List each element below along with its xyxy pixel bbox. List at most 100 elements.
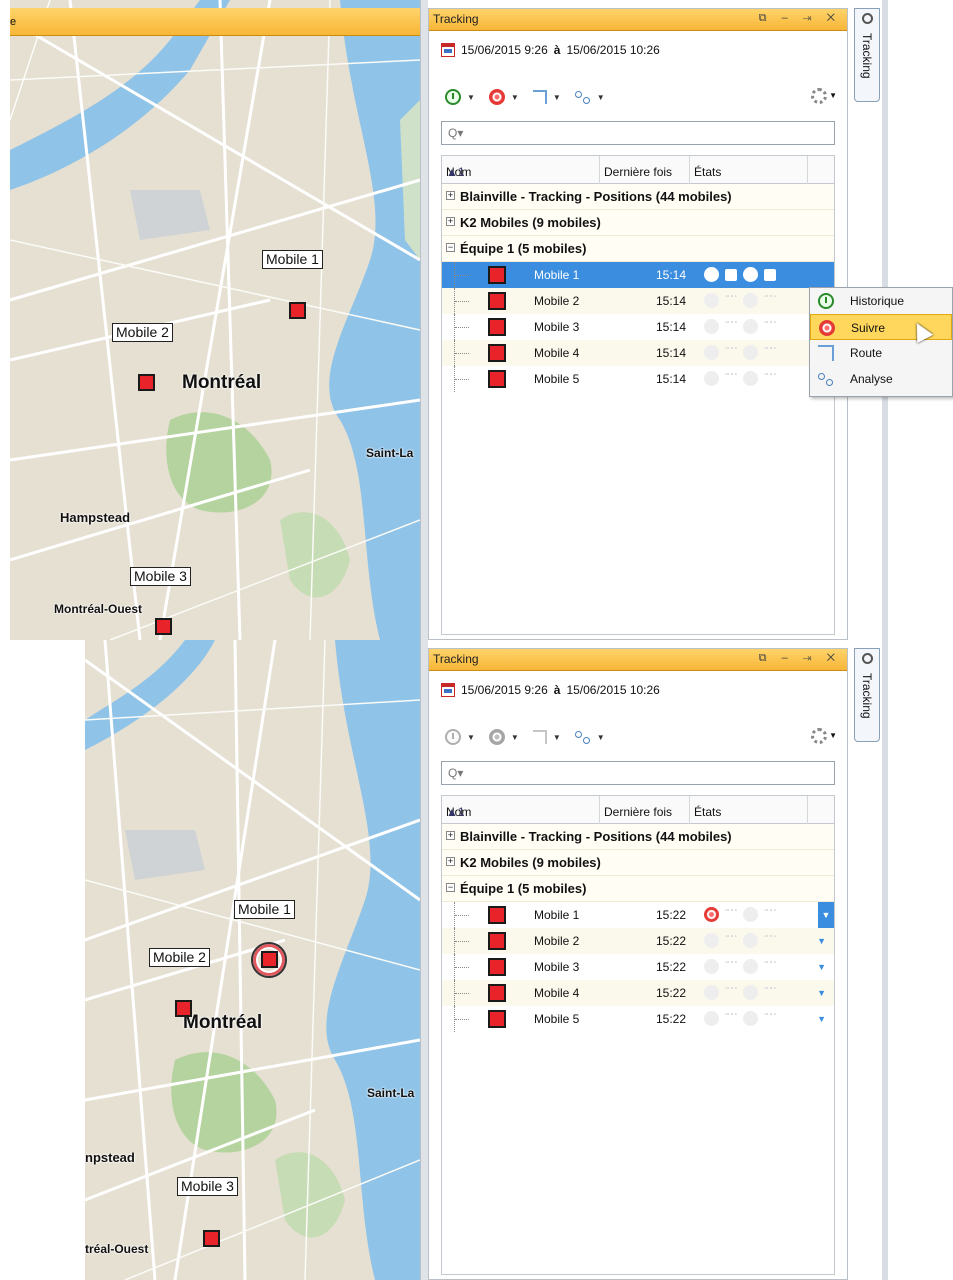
table-row[interactable]: Mobile 3 15:14 [442, 314, 834, 340]
expand-icon[interactable]: + [446, 857, 455, 866]
mobile-marker-icon [488, 984, 506, 1002]
group-row-k2[interactable]: + K2 Mobiles (9 mobiles) [442, 210, 834, 236]
panel-title: Tracking [433, 12, 479, 26]
table-row[interactable]: Mobile 4 15:14 [442, 340, 834, 366]
analyse-icon[interactable] [574, 729, 591, 745]
search-input[interactable]: Q▾ [441, 761, 835, 785]
route-icon[interactable] [532, 730, 547, 744]
collapse-icon[interactable]: − [446, 243, 455, 252]
row-name: Mobile 2 [534, 934, 580, 948]
gear-dropdown[interactable]: ▼ [829, 731, 837, 740]
window-buttons[interactable]: ⧉ – ⇥ ✕ [759, 652, 841, 665]
route-dropdown[interactable]: ▼ [553, 93, 561, 102]
table-row[interactable]: Mobile 1 15:22 ▼ [442, 902, 834, 928]
group-label: K2 Mobiles (9 mobiles) [460, 215, 601, 230]
map-marker-mobile-1[interactable] [289, 302, 306, 319]
route-dropdown[interactable]: ▼ [553, 733, 561, 742]
group-row-equipe-1[interactable]: − Équipe 1 (5 mobiles) [442, 876, 834, 902]
column-last-time-label: Dernière fois [604, 165, 673, 179]
menu-item-suivre[interactable]: Suivre [810, 314, 952, 340]
group-row-blainville[interactable]: + Blainville - Tracking - Positions (44 m… [442, 824, 834, 850]
map-marker-mobile-2[interactable] [138, 374, 155, 391]
map-background [10, 0, 420, 640]
city-label-montreal: Montréal [182, 372, 262, 393]
gear-icon[interactable] [811, 88, 827, 104]
analyse-state-icon [725, 960, 737, 973]
group-label: Équipe 1 (5 mobiles) [460, 241, 587, 256]
row-menu-arrow-icon[interactable]: ▼ [817, 1014, 826, 1024]
row-menu-arrow-icon[interactable]: ▼ [817, 988, 826, 998]
map-marker-mobile-1[interactable] [261, 951, 278, 968]
panel-title: Tracking [433, 652, 479, 666]
menu-item-analyse[interactable]: Analyse [810, 366, 952, 392]
menu-item-label: Route [850, 346, 883, 360]
map-view[interactable]: e Montréal Saint-La Hampstead Montréal-O… [10, 0, 420, 640]
window-buttons[interactable]: ⧉ – ⇥ ✕ [759, 12, 841, 25]
analyse-icon[interactable] [574, 89, 591, 105]
gear-dropdown[interactable]: ▼ [829, 91, 837, 100]
follow-dropdown[interactable]: ▼ [511, 733, 519, 742]
row-menu-arrow-icon[interactable]: ▼ [817, 962, 826, 972]
table-row[interactable]: Mobile 4 15:22 ▼ [442, 980, 834, 1006]
mobile-marker-icon [488, 958, 506, 976]
search-input[interactable]: Q▾ [441, 121, 835, 145]
follow-icon [819, 320, 835, 336]
map-marker-mobile-3[interactable] [203, 1230, 220, 1247]
group-label: Équipe 1 (5 mobiles) [460, 881, 587, 896]
column-states[interactable]: États [690, 796, 808, 824]
follow-icon[interactable] [488, 729, 505, 745]
route-state-icon [764, 960, 776, 973]
column-last-time[interactable]: Dernière fois [600, 156, 690, 184]
column-states[interactable]: États [690, 156, 808, 184]
table-row[interactable]: Mobile 1 15:14 ▼ [442, 262, 834, 288]
column-states-label: États [694, 805, 722, 819]
side-tab-tracking[interactable]: Tracking [854, 648, 880, 742]
group-row-blainville[interactable]: + Blainville - Tracking - Positions (44 m… [442, 184, 834, 210]
city-label-montreal-ouest: Montréal-Ouest [54, 602, 143, 616]
splitter[interactable] [420, 0, 428, 640]
history-icon[interactable] [445, 729, 461, 745]
route-icon[interactable] [532, 90, 547, 104]
column-states-label: États [694, 165, 722, 179]
grid-header: Nom ▲1 Dernière fois États [442, 156, 834, 184]
follow-state-icon [743, 345, 758, 360]
grid-header: Nom ▲1 Dernière fois États [442, 796, 834, 824]
follow-icon[interactable] [488, 89, 505, 105]
map-marker-mobile-2[interactable] [175, 1000, 192, 1017]
analyse-dropdown[interactable]: ▼ [597, 733, 605, 742]
tree-line [454, 1006, 472, 1032]
map-view[interactable]: Montréal Saint-La npstead tréal-Ouest Mo… [85, 640, 420, 1280]
expand-icon[interactable]: + [446, 191, 455, 200]
history-dropdown[interactable]: ▼ [467, 93, 475, 102]
column-last-time[interactable]: Dernière fois [600, 796, 690, 824]
menu-item-route[interactable]: Route [810, 340, 952, 366]
menu-item-historique[interactable]: Historique [810, 288, 952, 314]
row-menu-arrow-icon[interactable]: ▼ [818, 902, 834, 928]
column-name[interactable]: Nom ▲1 [442, 156, 600, 184]
table-row[interactable]: Mobile 5 15:22 ▼ [442, 1006, 834, 1032]
table-row[interactable]: Mobile 5 15:14 [442, 366, 834, 392]
row-menu-arrow-icon[interactable]: ▼ [817, 936, 826, 946]
group-label: Blainville - Tracking - Positions (44 mo… [460, 829, 732, 844]
side-tab-tracking[interactable]: Tracking [854, 8, 880, 102]
row-menu-arrow-icon[interactable]: ▼ [817, 270, 826, 280]
map-marker-mobile-3[interactable] [155, 618, 172, 635]
analyse-dropdown[interactable]: ▼ [597, 93, 605, 102]
group-row-equipe-1[interactable]: − Équipe 1 (5 mobiles) [442, 236, 834, 262]
history-icon[interactable] [445, 89, 461, 105]
history-dropdown[interactable]: ▼ [467, 733, 475, 742]
calendar-icon[interactable] [441, 43, 455, 57]
column-name[interactable]: Nom ▲1 [442, 796, 600, 824]
collapse-icon[interactable]: − [446, 883, 455, 892]
table-row[interactable]: Mobile 3 15:22 ▼ [442, 954, 834, 980]
calendar-icon[interactable] [441, 683, 455, 697]
table-row[interactable]: Mobile 2 15:14 [442, 288, 834, 314]
expand-icon[interactable]: + [446, 831, 455, 840]
expand-icon[interactable]: + [446, 217, 455, 226]
group-row-k2[interactable]: + K2 Mobiles (9 mobiles) [442, 850, 834, 876]
follow-dropdown[interactable]: ▼ [511, 93, 519, 102]
table-row[interactable]: Mobile 2 15:22 ▼ [442, 928, 834, 954]
splitter[interactable] [420, 640, 428, 1280]
route-state-icon [764, 320, 776, 333]
gear-icon[interactable] [811, 728, 827, 744]
